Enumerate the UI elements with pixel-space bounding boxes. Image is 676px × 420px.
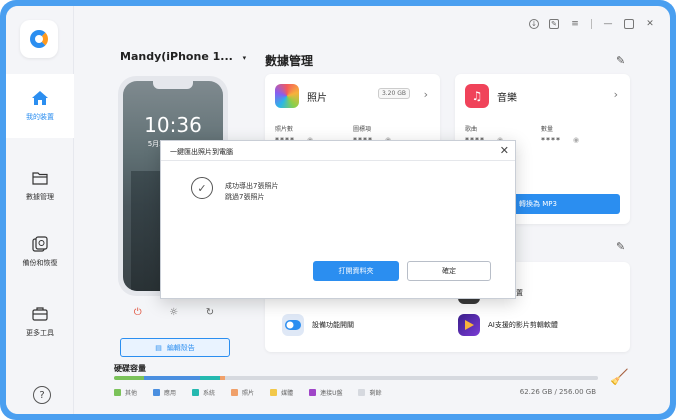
sidebar-item-label: 備份和恢復 bbox=[22, 259, 58, 267]
legend-label: 連接U盤 bbox=[320, 390, 343, 397]
tool-label: AI支援的影片剪輯軟體 bbox=[488, 321, 558, 329]
minimize-icon[interactable]: — bbox=[602, 18, 614, 30]
toggle-icon bbox=[282, 314, 304, 336]
storage-bar bbox=[114, 376, 598, 380]
card-title: 照片 bbox=[307, 92, 327, 104]
music-icon: ♫ bbox=[465, 84, 489, 108]
storage-segment bbox=[225, 376, 598, 380]
legend-item: 系統 bbox=[192, 388, 215, 397]
close-icon[interactable]: ✕ bbox=[644, 18, 656, 30]
divider bbox=[591, 19, 592, 29]
power-icon[interactable]: ⏻ bbox=[134, 307, 142, 318]
legend-swatch bbox=[309, 389, 317, 396]
legend-item: 照片 bbox=[231, 388, 254, 397]
maximize-icon[interactable] bbox=[624, 19, 634, 29]
legend-label: 剩餘 bbox=[369, 390, 382, 397]
open-folder-button[interactable]: 打開資料夾 bbox=[313, 261, 399, 281]
window-controls: ↓ ✎ ≡ — ✕ bbox=[529, 18, 656, 30]
window-frame: ↓ ✎ ≡ — ✕ 我的裝置 數據管理 備份和恢復 更多工具 ? Mandy(i… bbox=[0, 0, 676, 420]
eye-icon[interactable]: ◉ bbox=[573, 136, 579, 144]
video-editor-icon bbox=[458, 314, 480, 336]
app-logo bbox=[20, 20, 58, 58]
section-title: 數據管理 bbox=[265, 54, 314, 68]
lock-time: 10:36 bbox=[144, 113, 202, 137]
legend-swatch bbox=[192, 389, 200, 396]
legend-label: 其他 bbox=[125, 390, 138, 397]
legend-swatch bbox=[358, 389, 366, 396]
tool-video-editor[interactable]: AI支援的影片剪輯軟體 bbox=[458, 314, 558, 336]
stat-label: 照片數 bbox=[275, 126, 294, 133]
phone-notch bbox=[153, 81, 193, 89]
legend-label: 系統 bbox=[203, 390, 216, 397]
skipped-message: 跳過7張照片 bbox=[225, 193, 265, 201]
backup-icon bbox=[31, 236, 49, 252]
storage-segment bbox=[114, 376, 144, 380]
sidebar-item-more-tools[interactable]: 更多工具 bbox=[6, 290, 74, 354]
menu-icon[interactable]: ≡ bbox=[569, 18, 581, 30]
chevron-down-icon: ▾ bbox=[242, 54, 247, 62]
legend-swatch bbox=[153, 389, 161, 396]
legend-item: 應用 bbox=[153, 388, 176, 397]
edit-report-label: 編輯殼告 bbox=[166, 343, 195, 352]
legend-swatch bbox=[270, 389, 278, 396]
help-icon[interactable]: ? bbox=[33, 386, 51, 404]
storage-used: 62.26 GB / 256.00 GB bbox=[519, 388, 596, 396]
stat-label: 數量 bbox=[541, 126, 554, 133]
sidebar-item-label: 我的裝置 bbox=[26, 113, 54, 121]
edit-icon[interactable]: ✎ bbox=[616, 54, 628, 67]
legend-label: 照片 bbox=[242, 390, 255, 397]
broom-icon[interactable]: 🧹 bbox=[610, 368, 629, 388]
device-name: Mandy(iPhone 1... bbox=[120, 50, 233, 63]
divider bbox=[161, 160, 515, 161]
home-icon bbox=[31, 90, 49, 106]
chevron-right-icon[interactable]: › bbox=[424, 88, 428, 101]
card-title: 音樂 bbox=[497, 92, 517, 104]
feedback-icon[interactable]: ✎ bbox=[549, 19, 559, 29]
clipboard-icon: ▤ bbox=[155, 343, 162, 352]
export-dialog: 一鍵匯出照片到電腦 ✕ ✓ 成功導出7張照片 跳過7張照片 打開資料夾 確定 bbox=[160, 140, 516, 299]
tool-label: 設備功能開關 bbox=[312, 321, 354, 329]
sidebar-item-my-device[interactable]: 我的裝置 bbox=[6, 74, 74, 138]
photos-size: 3.20 GB bbox=[377, 88, 410, 99]
sidebar: 我的裝置 數據管理 備份和恢復 更多工具 ? bbox=[6, 6, 74, 414]
app-window: ↓ ✎ ≡ — ✕ 我的裝置 數據管理 備份和恢復 更多工具 ? Mandy(i… bbox=[6, 6, 670, 414]
legend-item: 媒體 bbox=[270, 388, 293, 397]
download-icon[interactable]: ↓ bbox=[529, 19, 539, 29]
sidebar-item-label: 數據管理 bbox=[26, 193, 54, 201]
legend-item: 其他 bbox=[114, 388, 137, 397]
edit-icon[interactable]: ✎ bbox=[616, 240, 628, 253]
check-icon: ✓ bbox=[191, 177, 213, 199]
toolbox-icon bbox=[31, 306, 49, 322]
photos-icon bbox=[275, 84, 299, 108]
phone-actions: ⏻ ☼ ↻ bbox=[120, 304, 228, 320]
edit-report-button[interactable]: ▤ 編輯殼告 bbox=[120, 338, 230, 357]
legend-label: 媒體 bbox=[281, 390, 294, 397]
legend-label: 應用 bbox=[164, 390, 177, 397]
stat-label: 歌曲 bbox=[465, 126, 478, 133]
storage-title: 硬碟容量 bbox=[114, 364, 146, 373]
refresh-icon[interactable]: ↻ bbox=[206, 307, 214, 318]
ok-button[interactable]: 確定 bbox=[407, 261, 491, 281]
folder-icon bbox=[31, 170, 49, 186]
storage-segment bbox=[200, 376, 220, 380]
legend-swatch bbox=[231, 389, 239, 396]
sidebar-item-backup[interactable]: 備份和恢復 bbox=[6, 220, 74, 284]
legend-item: 連接U盤 bbox=[309, 388, 342, 397]
chevron-right-icon[interactable]: › bbox=[614, 88, 618, 101]
device-selector[interactable]: Mandy(iPhone 1... ▾ bbox=[120, 50, 246, 63]
legend-item: 剩餘 bbox=[358, 388, 382, 397]
legend-swatch bbox=[114, 389, 121, 396]
storage-legend: 其他 應用 系統 照片 媒體 連接U盤 剩餘 bbox=[114, 388, 382, 397]
sidebar-item-label: 更多工具 bbox=[26, 329, 54, 337]
tool-device-switch[interactable]: 設備功能開關 bbox=[282, 314, 354, 336]
export-success-message: 成功導出7張照片 bbox=[225, 182, 279, 190]
storage-segment bbox=[144, 376, 201, 380]
dialog-title: 一鍵匯出照片到電腦 bbox=[170, 148, 233, 156]
brightness-icon[interactable]: ☼ bbox=[169, 307, 178, 318]
close-icon[interactable]: ✕ bbox=[500, 144, 509, 157]
stat-label: 圖標項 bbox=[353, 126, 372, 133]
sidebar-item-data-management[interactable]: 數據管理 bbox=[6, 154, 74, 218]
stat-value: **** bbox=[541, 136, 561, 145]
